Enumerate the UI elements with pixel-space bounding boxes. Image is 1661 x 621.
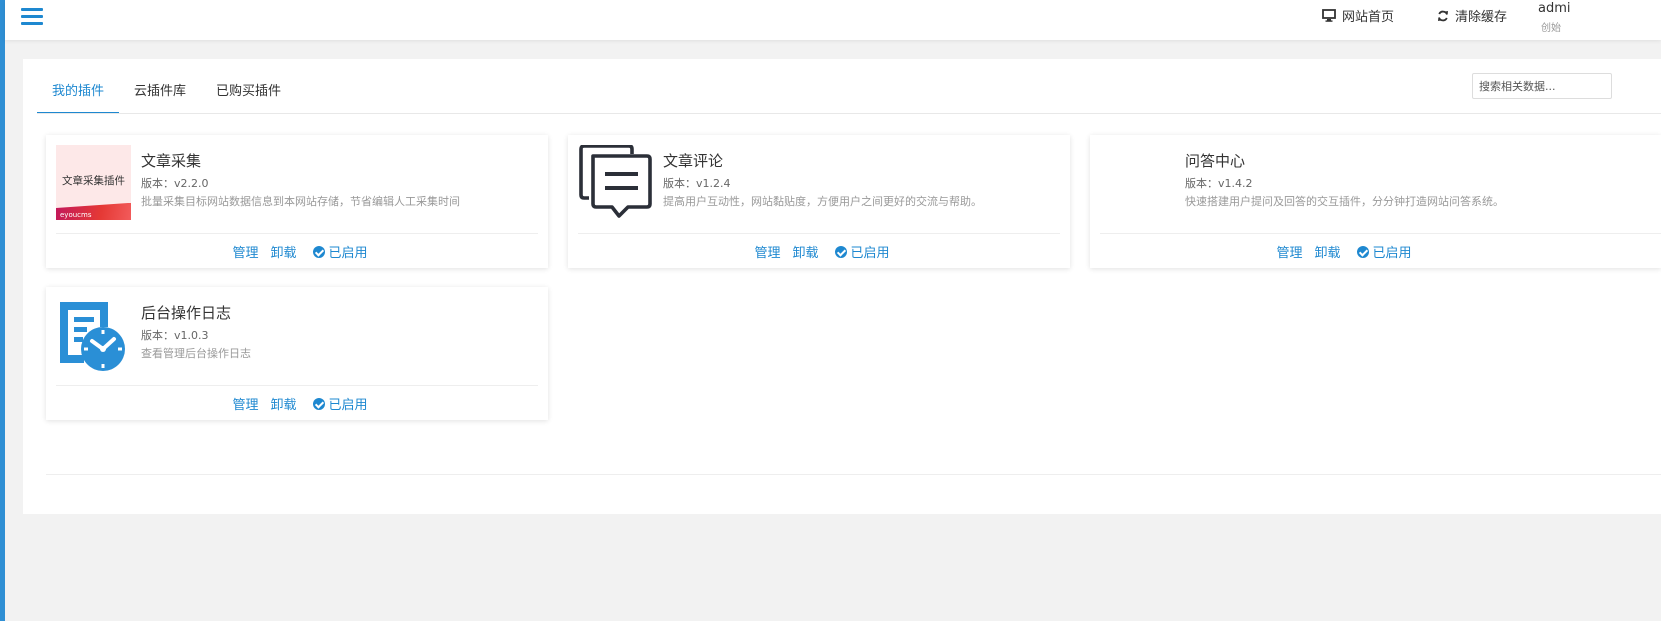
plugin-tabs: 我的插件 云插件库 已购买插件	[37, 75, 296, 115]
manage-button[interactable]: 管理	[1276, 242, 1302, 261]
plugin-card-article-comment: 文章评论 版本：v1.2.4 提高用户互动性，网站黏贴度，方便用户之间更好的交流…	[568, 135, 1070, 268]
article-collect-thumbnail: 文章采集插件 eyoucms	[56, 145, 131, 220]
plugin-title: 文章评论	[663, 152, 724, 170]
operation-log-thumbnail	[56, 297, 131, 372]
plugin-actions: 管理 卸载 已启用	[46, 242, 548, 261]
refresh-icon	[1438, 10, 1448, 21]
status-label: 已启用	[1372, 246, 1412, 261]
enabled-status[interactable]: 已启用	[312, 242, 368, 261]
status-label: 已启用	[328, 246, 368, 261]
plugin-title: 问答中心	[1185, 152, 1246, 170]
search-input[interactable]	[1472, 73, 1612, 99]
enabled-status[interactable]: 已启用	[1356, 242, 1412, 261]
plugin-card-article-collect: 文章采集插件 eyoucms 文章采集 版本：v2.2.0 批量采集目标网站数据…	[46, 135, 548, 268]
check-circle-icon	[312, 397, 325, 410]
plugin-actions: 管理 卸载 已启用	[568, 242, 1070, 261]
plugin-title: 文章采集	[141, 152, 202, 170]
enabled-status[interactable]: 已启用	[834, 242, 890, 261]
uninstall-button[interactable]: 卸载	[270, 242, 296, 261]
enabled-status[interactable]: 已启用	[312, 394, 368, 413]
user-role: 创始	[1541, 23, 1561, 34]
tab-cloud-plugins[interactable]: 云插件库	[119, 75, 201, 114]
plugin-description: 提高用户互动性，网站黏贴度，方便用户之间更好的交流与帮助。	[663, 195, 982, 208]
qa-center-thumbnail	[1100, 145, 1175, 220]
menu-toggle-icon[interactable]	[21, 7, 43, 27]
tab-purchased-plugins[interactable]: 已购买插件	[201, 75, 296, 114]
plugin-card-operation-log: 后台操作日志 版本：v1.0.3 查看管理后台操作日志 管理 卸载 已启用	[46, 287, 548, 420]
plugin-actions: 管理 卸载 已启用	[1090, 242, 1592, 261]
log-clock-icon	[60, 302, 125, 371]
uninstall-button[interactable]: 卸载	[792, 242, 818, 261]
card-divider	[1100, 233, 1661, 234]
check-circle-icon	[312, 245, 325, 258]
status-label: 已启用	[850, 246, 890, 261]
plugin-version: 版本：v2.2.0	[141, 177, 209, 190]
plugin-description: 批量采集目标网站数据信息到本网站存储，节省编辑人工采集时间	[141, 195, 460, 208]
plugin-version: 版本：v1.0.3	[141, 329, 209, 342]
manage-button[interactable]: 管理	[754, 242, 780, 261]
monitor-icon	[1322, 9, 1336, 22]
status-label: 已启用	[328, 398, 368, 413]
plugin-title: 后台操作日志	[141, 304, 232, 322]
card-divider	[578, 233, 1060, 234]
clear-cache-button[interactable]: 清除缓存	[1437, 6, 1507, 25]
user-name[interactable]: admi	[1538, 1, 1571, 16]
tab-my-plugins[interactable]: 我的插件	[37, 75, 120, 114]
top-header: 网站首页 清除缓存 admi 创始	[5, 0, 1661, 40]
list-bottom-divider	[46, 474, 1661, 475]
card-divider	[56, 233, 538, 234]
tabs-divider	[37, 113, 1661, 114]
card-divider	[56, 385, 538, 386]
plugin-version: 版本：v1.2.4	[663, 177, 731, 190]
sidebar-edge	[0, 0, 5, 621]
thumbnail-brand: eyoucms	[60, 211, 92, 219]
plugin-card-qa-center: 问答中心 版本：v1.4.2 快速搭建用户提问及回答的交互插件，分分钟打造网站问…	[1090, 135, 1661, 268]
plugin-description: 快速搭建用户提问及回答的交互插件，分分钟打造网站问答系统。	[1185, 195, 1504, 208]
thumbnail-caption: 文章采集插件	[62, 175, 125, 187]
site-home-link[interactable]: 网站首页	[1322, 6, 1394, 25]
check-circle-icon	[1356, 245, 1369, 258]
uninstall-button[interactable]: 卸载	[1314, 242, 1340, 261]
manage-button[interactable]: 管理	[232, 394, 258, 413]
plugin-actions: 管理 卸载 已启用	[46, 394, 548, 413]
check-circle-icon	[834, 245, 847, 258]
plugins-panel: 我的插件 云插件库 已购买插件 文章采集插件 eyoucms 文章采集 版本：v…	[23, 59, 1661, 514]
plugin-version: 版本：v1.4.2	[1185, 177, 1253, 190]
manage-button[interactable]: 管理	[232, 242, 258, 261]
comment-thumbnail	[578, 144, 653, 220]
uninstall-button[interactable]: 卸载	[270, 394, 296, 413]
chat-bubbles-icon	[579, 144, 652, 218]
clear-cache-label: 清除缓存	[1455, 10, 1508, 25]
plugin-description: 查看管理后台操作日志	[141, 347, 251, 360]
site-home-label: 网站首页	[1342, 10, 1395, 25]
